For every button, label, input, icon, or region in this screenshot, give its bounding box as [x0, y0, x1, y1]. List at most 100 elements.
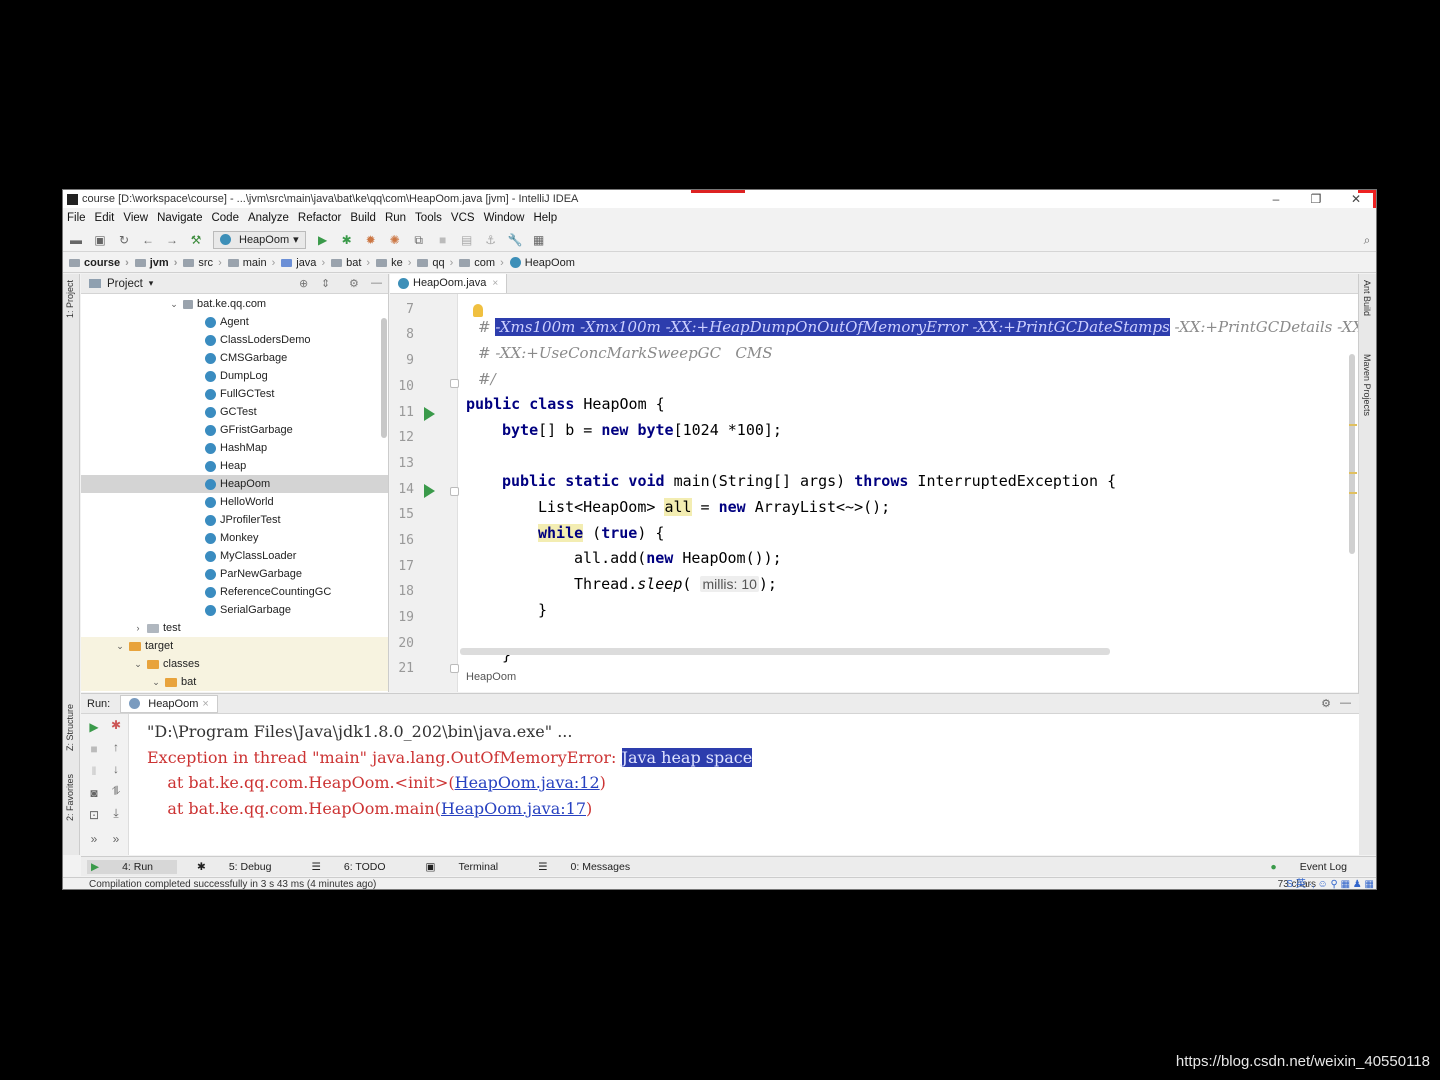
- tree-package-row[interactable]: ⌄ bat.ke.qq.com: [81, 295, 388, 313]
- breadcrumb-ke[interactable]: ke ›: [376, 257, 411, 269]
- fold-marker[interactable]: [450, 379, 459, 388]
- breadcrumb-src[interactable]: src ›: [183, 257, 222, 269]
- up-arrow-icon[interactable]: ↑: [109, 740, 123, 754]
- menu-vcs[interactable]: VCS: [451, 212, 475, 224]
- more-icon[interactable]: »: [87, 832, 101, 846]
- code-line-10[interactable]: #/: [478, 368, 496, 390]
- stack-trace-link[interactable]: HeapOom.java:12: [455, 773, 600, 792]
- tree-class-row[interactable]: FullGCTest: [81, 385, 388, 403]
- menu-view[interactable]: View: [123, 212, 148, 224]
- menu-refactor[interactable]: Refactor: [298, 212, 341, 224]
- code-line-12[interactable]: byte[] b = new byte[1024 *100];: [502, 419, 782, 441]
- code-line-11[interactable]: public class HeapOom {: [466, 393, 665, 415]
- tree-class-row[interactable]: DumpLog: [81, 367, 388, 385]
- chevron-down-icon[interactable]: ⌄: [151, 677, 161, 688]
- run-configuration-select[interactable]: HeapOom ▾: [213, 230, 306, 249]
- close-icon[interactable]: ×: [202, 698, 208, 710]
- menu-help[interactable]: Help: [533, 212, 557, 224]
- stop-icon[interactable]: ■: [87, 742, 101, 756]
- down-arrow-icon[interactable]: ↓: [109, 762, 123, 776]
- open-folder-icon[interactable]: ▬: [69, 233, 83, 247]
- tree-folder-row-target[interactable]: ⌄ target: [81, 637, 388, 655]
- chevron-down-icon[interactable]: ⌄: [115, 641, 125, 652]
- tree-class-row[interactable]: Heap: [81, 457, 388, 475]
- menu-code[interactable]: Code: [211, 212, 239, 224]
- menu-navigate[interactable]: Navigate: [157, 212, 202, 224]
- minimize-button[interactable]: –: [1256, 190, 1296, 208]
- hide-panel-icon[interactable]: —: [1340, 697, 1351, 709]
- tool-tab-favorites[interactable]: 2: Favorites: [65, 774, 75, 821]
- breadcrumb-qq[interactable]: qq ›: [417, 257, 453, 269]
- editor-horizontal-scrollbar[interactable]: [460, 648, 1110, 655]
- debug-bug-icon[interactable]: ✱: [109, 718, 123, 732]
- breadcrumb-course[interactable]: course ›: [69, 257, 129, 269]
- tool-tab-todo[interactable]: ☰ 6: TODO: [311, 861, 405, 873]
- tool-tab-run[interactable]: ▶ 4: Run: [87, 859, 178, 874]
- fold-marker[interactable]: [450, 664, 459, 673]
- tree-class-row[interactable]: ClassLodersDemo: [81, 331, 388, 349]
- debug-icon[interactable]: ✱: [340, 233, 354, 247]
- back-icon[interactable]: ←: [141, 233, 155, 247]
- search-icon[interactable]: ⌕: [1360, 233, 1374, 247]
- settings-wrench-icon[interactable]: 🔧: [508, 233, 523, 247]
- tree-class-row[interactable]: GCTest: [81, 403, 388, 421]
- collapse-all-icon[interactable]: ⇕: [321, 277, 330, 290]
- tree-class-row[interactable]: SerialGarbage: [81, 601, 388, 619]
- code-line-9[interactable]: # -XX:+UseConcMarkSweepGC CMS: [478, 342, 773, 364]
- menu-run[interactable]: Run: [385, 212, 406, 224]
- breadcrumb-com[interactable]: com ›: [459, 257, 504, 269]
- tree-folder-row-test[interactable]: › test: [81, 619, 388, 637]
- tool-tab-terminal[interactable]: ▣ Terminal: [426, 861, 519, 873]
- tool-tab-maven-projects[interactable]: Maven Projects: [1362, 354, 1372, 416]
- camera-icon[interactable]: ◙: [87, 786, 101, 800]
- tree-class-row[interactable]: CMSGarbage: [81, 349, 388, 367]
- tree-class-row[interactable]: GFristGarbage: [81, 421, 388, 439]
- tree-class-row[interactable]: HelloWorld: [81, 493, 388, 511]
- code-line-19[interactable]: }: [538, 599, 547, 621]
- forward-icon[interactable]: →: [165, 233, 179, 247]
- save-all-icon[interactable]: ▣: [93, 233, 107, 247]
- tree-class-row[interactable]: Monkey: [81, 529, 388, 547]
- breadcrumb-main[interactable]: main ›: [227, 257, 275, 269]
- profile-icon[interactable]: ✺: [388, 233, 402, 247]
- breadcrumb-bat[interactable]: bat ›: [331, 257, 370, 269]
- breadcrumb-java[interactable]: java ›: [281, 257, 325, 269]
- restore-button[interactable]: ❐: [1296, 190, 1336, 208]
- run-class-gutter-icon[interactable]: [424, 407, 435, 421]
- more-icon[interactable]: »: [109, 832, 123, 846]
- breadcrumb-jvm[interactable]: jvm ›: [134, 257, 177, 269]
- soft-wrap-icon[interactable]: ⥮: [109, 784, 123, 799]
- scroll-to-end-icon[interactable]: ⤓: [109, 806, 123, 821]
- run-icon[interactable]: ▶: [316, 233, 330, 247]
- tool-tab-debug[interactable]: ✱ 5: Debug: [197, 861, 291, 873]
- code-line-16[interactable]: while (true) {: [538, 522, 664, 544]
- error-stripe-mark[interactable]: [1349, 472, 1357, 474]
- rerun-icon[interactable]: ▶: [87, 720, 101, 734]
- code-line-14[interactable]: public static void main(String[] args) t…: [502, 470, 1116, 492]
- menu-tools[interactable]: Tools: [415, 212, 442, 224]
- code-line-18[interactable]: Thread.sleep( millis: 10);: [574, 573, 777, 595]
- tree-class-row[interactable]: ReferenceCountingGC: [81, 583, 388, 601]
- tree-class-row[interactable]: JProfilerTest: [81, 511, 388, 529]
- run-main-gutter-icon[interactable]: [424, 484, 435, 498]
- breadcrumb-heapoom[interactable]: HeapOom: [509, 257, 575, 269]
- menu-edit[interactable]: Edit: [95, 212, 115, 224]
- gear-icon[interactable]: ⚙: [1321, 697, 1331, 710]
- error-stripe-mark[interactable]: [1349, 424, 1357, 426]
- editor-breadcrumb[interactable]: HeapOom: [466, 671, 516, 683]
- project-scrollbar[interactable]: [381, 318, 387, 438]
- code-line-15[interactable]: List<HeapOom> all = new ArrayList<~>();: [538, 496, 890, 518]
- tool-tab-ant-build[interactable]: Ant Build: [1362, 280, 1372, 316]
- tree-class-row[interactable]: MyClassLoader: [81, 547, 388, 565]
- gear-icon[interactable]: ⚙: [349, 277, 359, 290]
- chevron-down-icon[interactable]: ⌄: [169, 299, 179, 310]
- vcs-update-icon[interactable]: ▤: [460, 233, 474, 247]
- stack-trace-link[interactable]: HeapOom.java:17: [441, 799, 586, 818]
- tree-folder-row-bat[interactable]: ⌄ bat: [81, 673, 388, 691]
- fold-marker[interactable]: [450, 487, 459, 496]
- restore-layout-icon[interactable]: ⊡: [87, 808, 101, 822]
- stop-icon[interactable]: ■: [436, 233, 450, 247]
- attach-debugger-icon[interactable]: ⧉: [412, 233, 426, 247]
- code-line-8[interactable]: # -Xms100m -Xmx100m -XX:+HeapDumpOnOutOf…: [478, 316, 1359, 338]
- run-coverage-icon[interactable]: ✹: [364, 233, 378, 247]
